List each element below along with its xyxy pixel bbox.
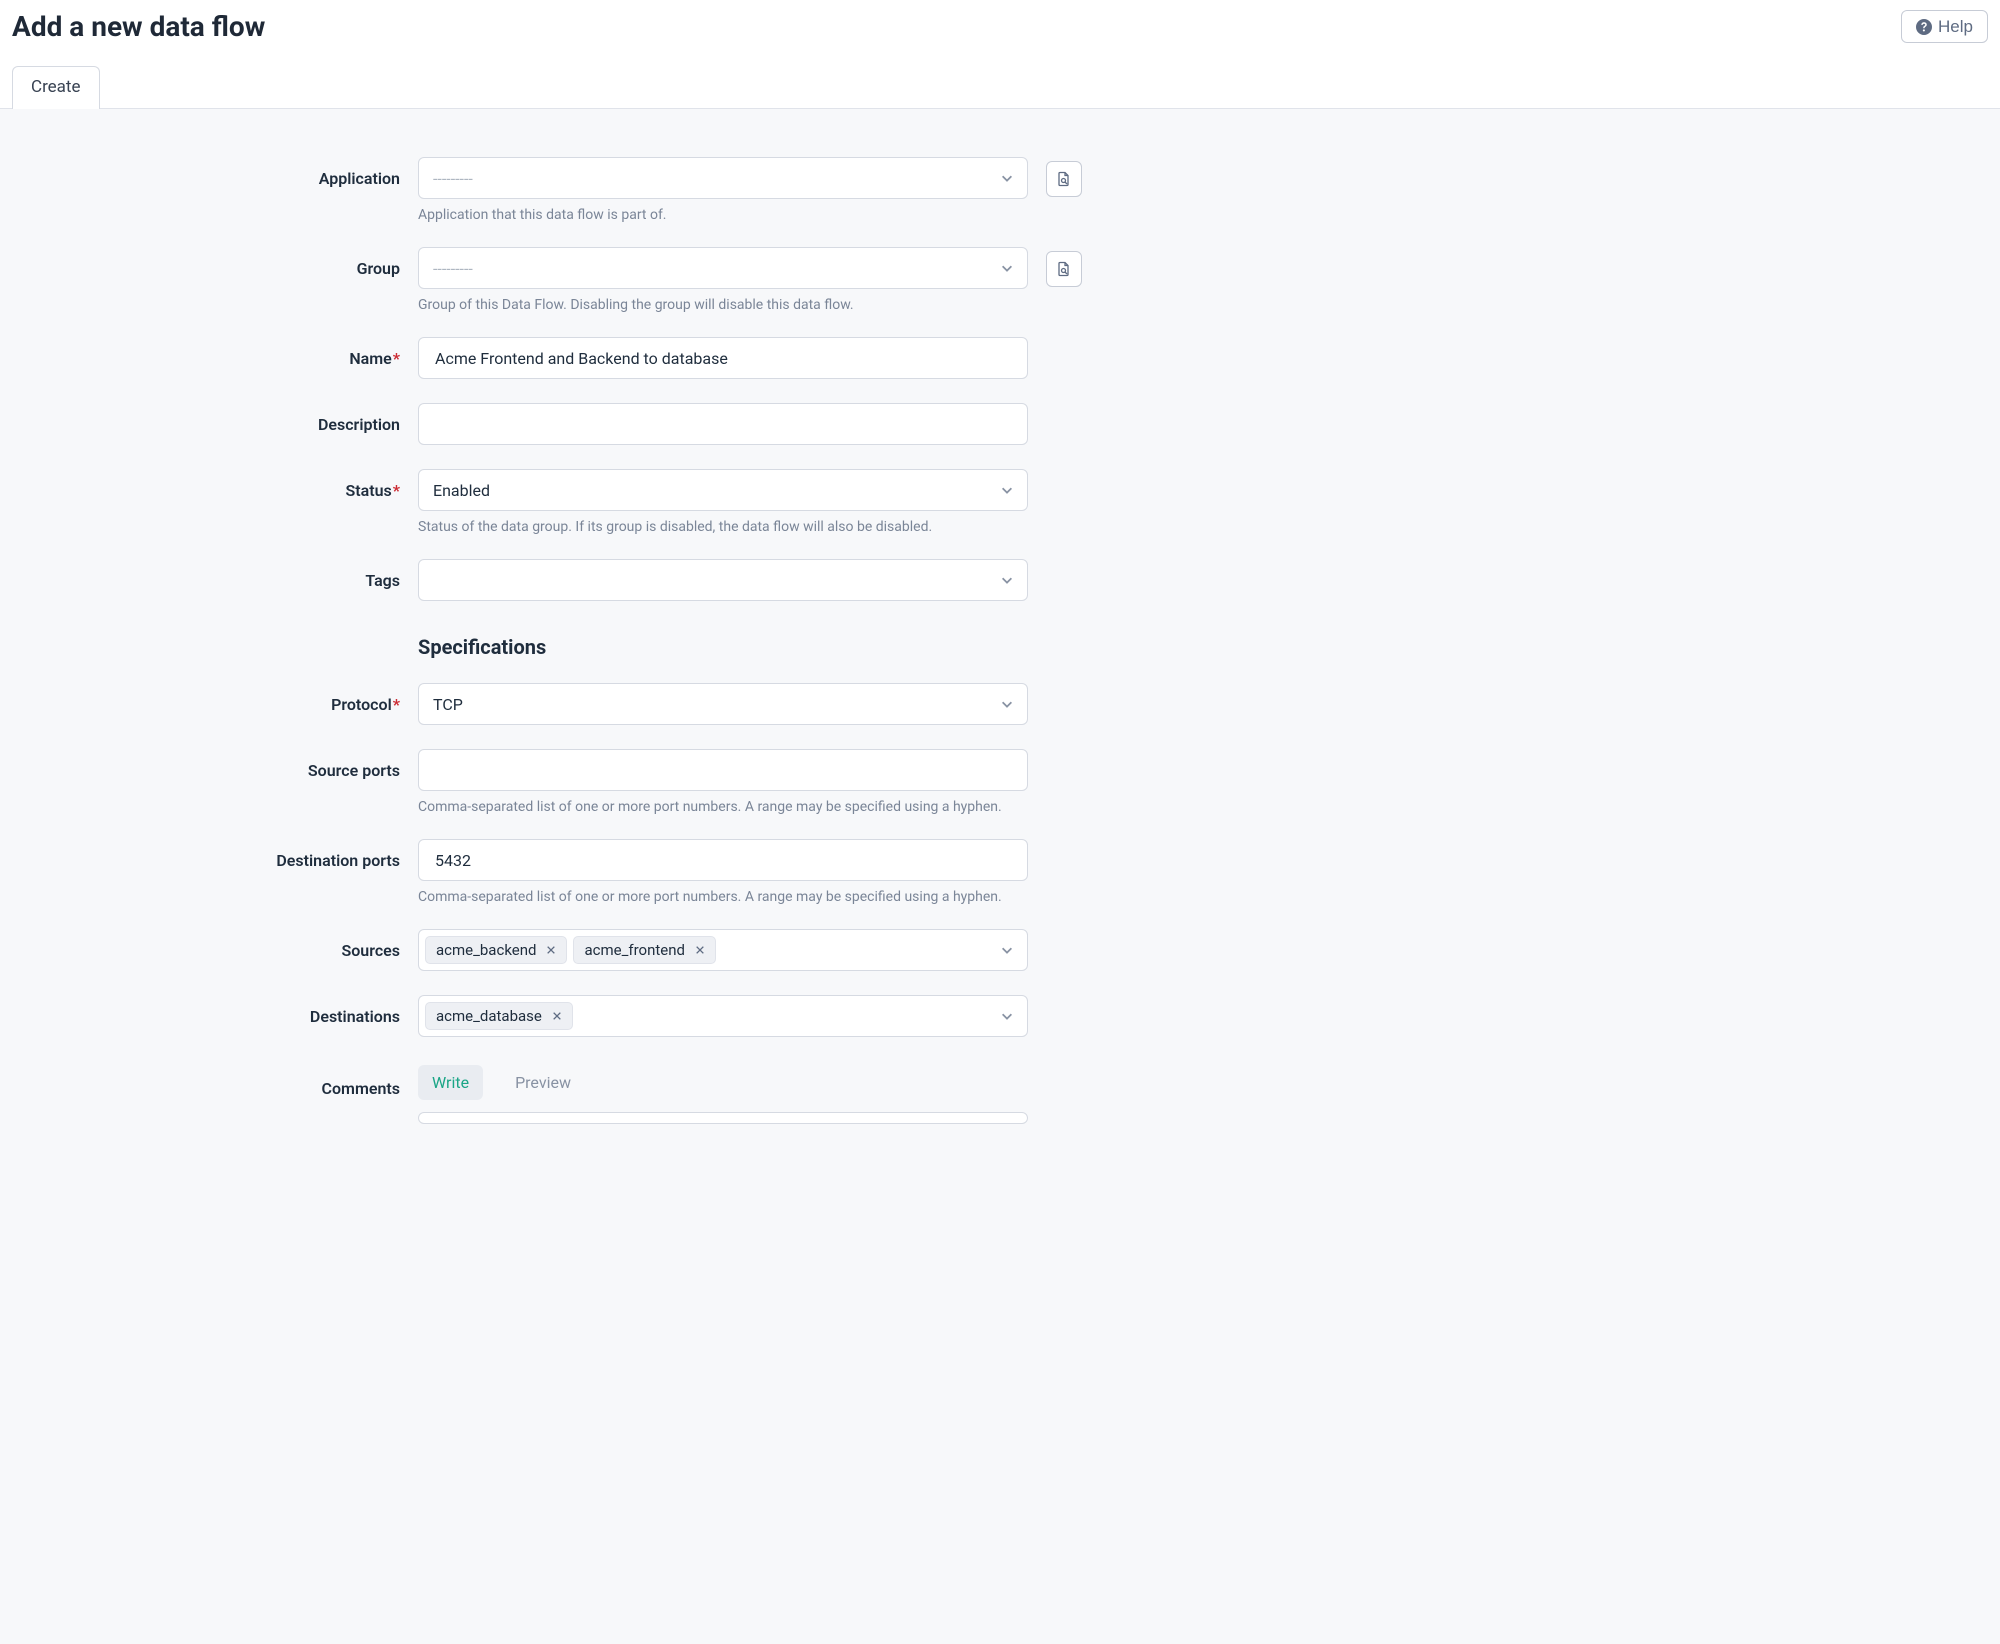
hint-source-ports: Comma-separated list of one or more port…: [418, 799, 1028, 815]
chevron-down-icon: [999, 170, 1015, 186]
required-indicator: *: [393, 481, 400, 500]
application-lookup-button[interactable]: [1046, 161, 1082, 197]
chevron-down-icon: [999, 260, 1015, 276]
label-tags: Tags: [0, 559, 400, 590]
status-select[interactable]: Enabled: [418, 469, 1028, 511]
label-comments: Comments: [0, 1061, 400, 1098]
section-title-specifications: Specifications: [418, 635, 1028, 659]
sources-multiselect[interactable]: acme_backend acme_frontend: [418, 929, 1028, 971]
page-title: Add a new data flow: [12, 10, 265, 43]
group-lookup-button[interactable]: [1046, 251, 1082, 287]
chip-source: acme_backend: [425, 936, 567, 964]
label-name: Name*: [0, 337, 400, 368]
help-button-label: Help: [1938, 18, 1973, 35]
hint-group: Group of this Data Flow. Disabling the g…: [418, 297, 1028, 313]
file-search-icon: [1056, 261, 1072, 277]
remove-chip-button[interactable]: [548, 1007, 566, 1025]
name-input-wrapper: [418, 337, 1028, 379]
label-sources: Sources: [0, 929, 400, 960]
comments-textarea[interactable]: [418, 1112, 1028, 1124]
remove-chip-button[interactable]: [542, 941, 560, 959]
chevron-down-icon: [999, 942, 1015, 958]
label-application: Application: [0, 157, 400, 188]
comments-tabs: Write Preview: [418, 1061, 1028, 1100]
application-select[interactable]: ---------: [418, 157, 1028, 199]
label-source-ports: Source ports: [0, 749, 400, 780]
destination-ports-input-wrapper: [418, 839, 1028, 881]
hint-destination-ports: Comma-separated list of one or more port…: [418, 889, 1028, 905]
chip-source: acme_frontend: [573, 936, 715, 964]
hint-application: Application that this data flow is part …: [418, 207, 1028, 223]
source-ports-input-wrapper: [418, 749, 1028, 791]
comments-tab-write[interactable]: Write: [418, 1065, 483, 1100]
chevron-down-icon: [999, 482, 1015, 498]
label-group: Group: [0, 247, 400, 278]
destinations-multiselect[interactable]: acme_database: [418, 995, 1028, 1037]
label-description: Description: [0, 403, 400, 434]
remove-chip-button[interactable]: [691, 941, 709, 959]
chevron-down-icon: [999, 1008, 1015, 1024]
required-indicator: *: [393, 695, 400, 714]
group-select[interactable]: ---------: [418, 247, 1028, 289]
question-circle-icon: [1916, 19, 1932, 35]
tags-select[interactable]: [418, 559, 1028, 601]
chevron-down-icon: [999, 572, 1015, 588]
protocol-select[interactable]: TCP: [418, 683, 1028, 725]
label-protocol: Protocol*: [0, 683, 400, 714]
name-input[interactable]: [433, 338, 1013, 378]
source-ports-input[interactable]: [433, 750, 1013, 790]
tab-create[interactable]: Create: [12, 66, 100, 109]
label-destinations: Destinations: [0, 995, 400, 1026]
comments-tab-preview[interactable]: Preview: [501, 1065, 585, 1100]
chip-destination: acme_database: [425, 1002, 573, 1030]
description-input[interactable]: [433, 404, 1013, 444]
label-destination-ports: Destination ports: [0, 839, 400, 870]
file-search-icon: [1056, 171, 1072, 187]
description-input-wrapper: [418, 403, 1028, 445]
required-indicator: *: [393, 349, 400, 368]
destination-ports-input[interactable]: [433, 840, 1013, 880]
chevron-down-icon: [999, 696, 1015, 712]
label-status: Status*: [0, 469, 400, 500]
page-header: Add a new data flow Help Create: [0, 0, 2000, 108]
help-button[interactable]: Help: [1901, 10, 1988, 43]
hint-status: Status of the data group. If its group i…: [418, 519, 1028, 535]
tabs: Create: [12, 65, 1988, 108]
